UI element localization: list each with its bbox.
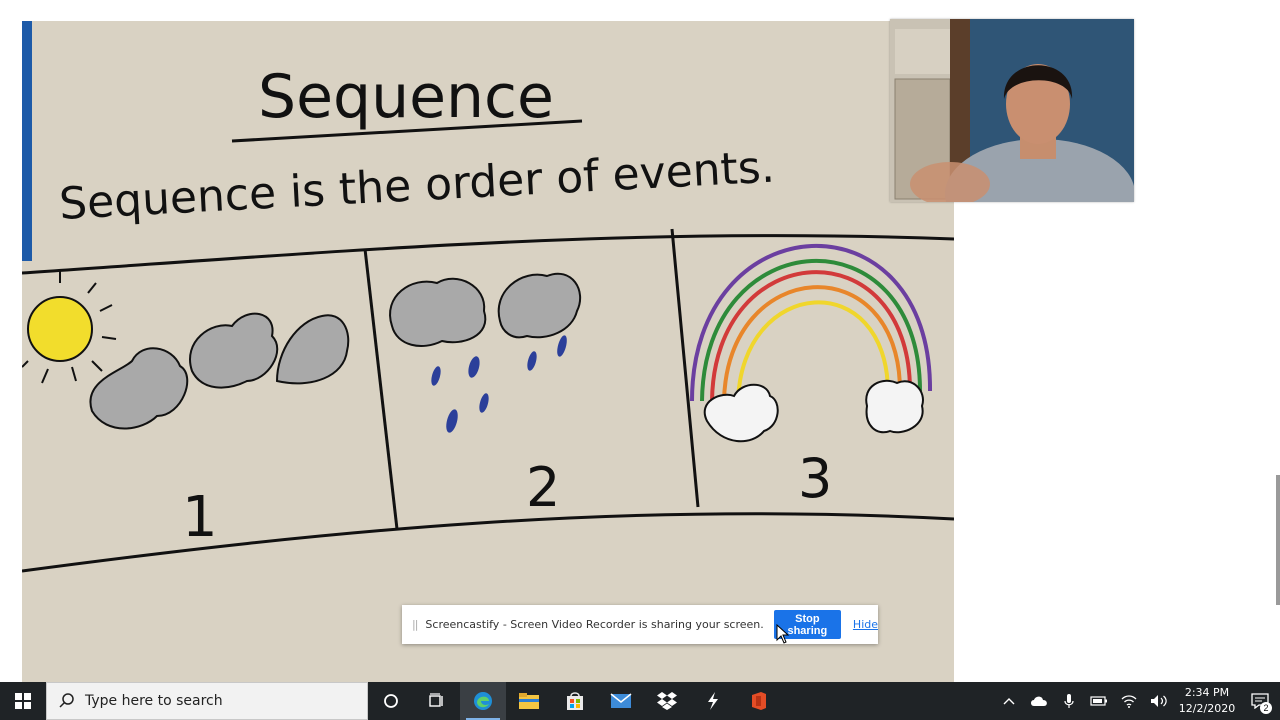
drag-handle-icon[interactable]: || (412, 618, 419, 631)
office-icon (752, 692, 766, 710)
panel-number-3: 3 (798, 447, 832, 510)
cloud-icon (1031, 696, 1047, 706)
onedrive-button[interactable] (1024, 682, 1054, 720)
screencastify-button[interactable] (690, 682, 736, 720)
windows-logo-icon (15, 693, 31, 709)
edge-icon (474, 692, 492, 710)
webcam-person-icon (890, 19, 1134, 202)
task-view-icon (429, 693, 443, 707)
show-hidden-icons-button[interactable] (994, 682, 1024, 720)
battery-button[interactable] (1084, 682, 1114, 720)
search-placeholder: Type here to search (85, 693, 223, 709)
clock-time: 2:34 PM (1184, 686, 1230, 699)
chevron-up-icon (1003, 698, 1015, 705)
screencastify-icon (708, 692, 718, 710)
rainbow-icon (690, 244, 933, 402)
poster-definition: Sequence is the order of events. (58, 142, 776, 230)
file-explorer-icon (519, 693, 539, 709)
office-button[interactable] (736, 682, 782, 720)
action-center-button[interactable]: 2 (1240, 682, 1280, 720)
edge-app-button[interactable] (460, 682, 506, 720)
wifi-icon (1121, 695, 1137, 708)
screen-share-bar: || Screencastify - Screen Video Recorder… (402, 605, 878, 644)
cortana-icon (384, 694, 398, 708)
webcam-overlay[interactable] (890, 19, 1134, 202)
cloud-icons (89, 312, 350, 430)
microphone-icon (1064, 694, 1074, 708)
speaker-icon (1151, 695, 1167, 707)
store-button[interactable] (552, 682, 598, 720)
file-explorer-button[interactable] (506, 682, 552, 720)
start-button[interactable] (0, 682, 46, 720)
share-message: Screencastify - Screen Video Recorder is… (425, 618, 764, 631)
notification-count-badge: 2 (1260, 702, 1272, 714)
volume-button[interactable] (1144, 682, 1174, 720)
mail-button[interactable] (598, 682, 644, 720)
scrollbar-right[interactable] (1276, 475, 1280, 605)
dropbox-icon (657, 692, 677, 710)
poster-edge (22, 21, 32, 261)
mail-icon (610, 693, 632, 708)
taskbar: Type here to search 2:34 PM 12/2/2020 2 (0, 682, 1280, 720)
system-tray: 2:34 PM 12/2/2020 2 (994, 682, 1280, 720)
dropbox-button[interactable] (644, 682, 690, 720)
rain-cloud-icons (389, 272, 582, 347)
mouse-cursor-icon (776, 624, 790, 644)
taskbar-search-box[interactable]: Type here to search (46, 682, 368, 720)
store-icon (567, 692, 583, 710)
wifi-button[interactable] (1114, 682, 1144, 720)
panel-number-1: 1 (182, 485, 218, 550)
cortana-button[interactable] (368, 682, 414, 720)
sun-icon (22, 271, 117, 384)
raindrop-icons (431, 335, 567, 433)
task-view-button[interactable] (414, 682, 460, 720)
hide-link[interactable]: Hide (853, 618, 878, 631)
shared-poster: Sequence Sequence is the order of events… (22, 21, 954, 683)
poster-drawing: Sequence Sequence is the order of events… (22, 62, 954, 573)
clock-date: 12/2/2020 (1178, 702, 1236, 715)
battery-icon (1090, 696, 1107, 706)
microphone-button[interactable] (1054, 682, 1084, 720)
panel-number-2: 2 (526, 456, 560, 519)
taskbar-clock[interactable]: 2:34 PM 12/2/2020 (1174, 685, 1240, 717)
poster-title: Sequence (258, 62, 554, 132)
search-icon (59, 693, 74, 708)
